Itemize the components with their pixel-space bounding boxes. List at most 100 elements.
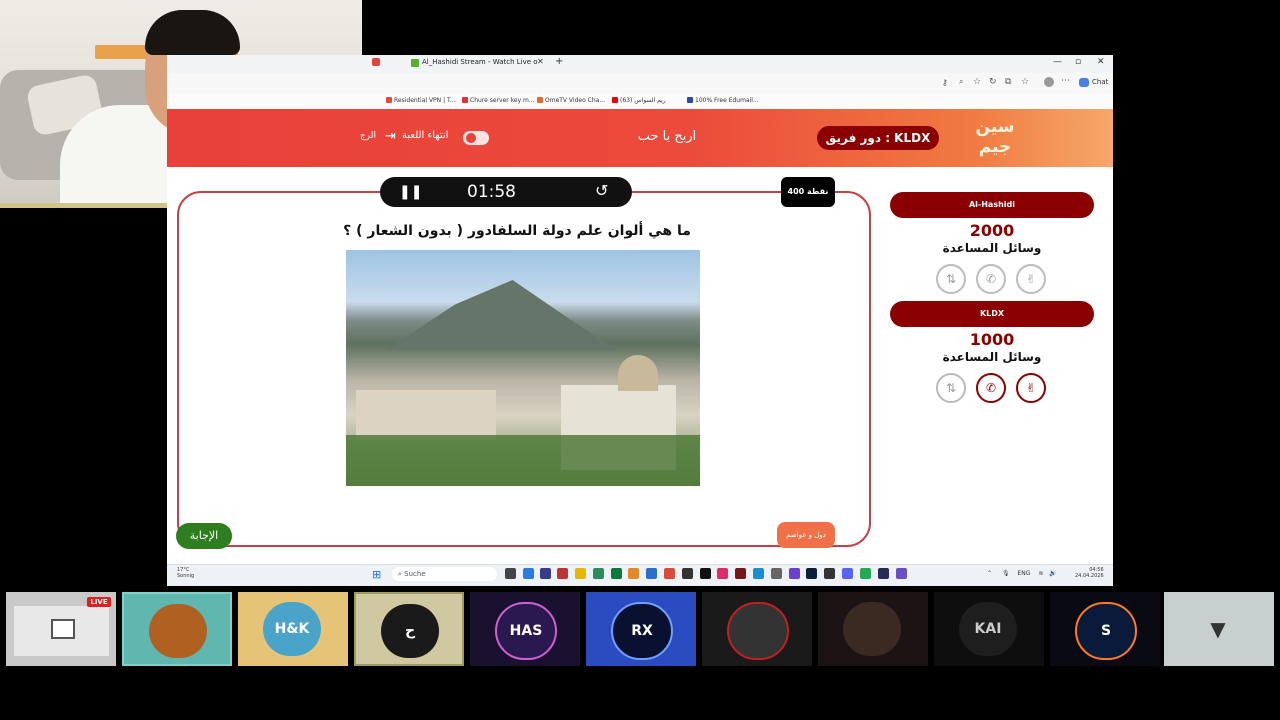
stream-thumbnail[interactable]: S (1050, 592, 1160, 666)
taskbar (167, 564, 1113, 586)
monitor-icon (51, 619, 75, 639)
restart-icon[interactable]: ↺ (595, 181, 608, 200)
toggle-switch[interactable] (463, 131, 489, 145)
app-icon[interactable] (789, 568, 800, 579)
app-icon[interactable] (505, 568, 516, 579)
team-score: 1000 (969, 330, 1015, 349)
stream-thumbnail[interactable] (702, 592, 812, 666)
app-icon[interactable] (682, 568, 693, 579)
browser-window: Al_Hashidi Stream - Watch Live o ✕ + — ▫… (167, 55, 1113, 586)
stream-thumbnail[interactable]: ▼ (1164, 592, 1274, 666)
bookmark-item[interactable]: ريم السواس (63) (612, 97, 666, 104)
streamer-hair (145, 10, 240, 55)
team-name: KLDX (890, 301, 1094, 327)
bookmark-item[interactable]: Residential VPN | T... (386, 97, 456, 104)
zoom-icon[interactable]: ⌕ (959, 77, 963, 87)
question-image (346, 250, 700, 486)
app-icon[interactable] (860, 568, 871, 579)
game-title: اربح يا حب (637, 129, 697, 144)
app-icon[interactable] (878, 568, 889, 579)
stream-thumbnail[interactable]: HAS (470, 592, 580, 666)
question-text: ما هي ألوان علم دولة السلفادور ( بدون ال… (343, 223, 691, 239)
app-icon[interactable] (611, 568, 622, 579)
double-points-icon[interactable]: ⇅ (936, 264, 966, 294)
favorites-icon[interactable]: ☆ (1021, 77, 1029, 87)
bookmark-item[interactable]: 100% Free Edumail... (687, 97, 759, 104)
app-icon[interactable] (523, 568, 534, 579)
folder-icon[interactable] (575, 568, 586, 579)
bookmark-item[interactable]: Chure server key m... (462, 97, 535, 104)
stream-thumbnail[interactable]: RX (586, 592, 696, 666)
language-indicator[interactable]: ENG (1018, 570, 1031, 577)
mountain (386, 280, 616, 350)
star-icon[interactable]: ☆ (973, 77, 981, 87)
maximize-icon[interactable]: ▫ (1075, 57, 1081, 67)
app-icon[interactable] (540, 568, 551, 579)
app-icon[interactable] (700, 568, 711, 579)
pause-icon[interactable]: ❚❚ (399, 184, 422, 200)
close-window-icon[interactable]: ✕ (1097, 57, 1105, 67)
key-icon[interactable]: ⚷ (942, 78, 948, 87)
game-logo: سين جيم (975, 117, 1015, 157)
more-icon[interactable]: ⋯ (1061, 76, 1070, 86)
system-tray: ⌃ 🎙 ENG ≋ 🔊 (987, 570, 1057, 577)
bookmark-icon (386, 97, 392, 103)
refresh-icon[interactable]: ↻ (989, 77, 997, 87)
answer-button[interactable]: الإجابة (176, 523, 232, 549)
bear-avatar-icon (149, 604, 207, 658)
victory-hand-icon[interactable]: ✌ (1016, 264, 1046, 294)
chrome-icon[interactable] (664, 568, 675, 579)
app-icon[interactable] (896, 568, 907, 579)
stream-thumbnail[interactable] (122, 592, 232, 666)
copilot-icon[interactable] (1079, 78, 1089, 87)
acrobat-icon[interactable] (735, 568, 746, 579)
double-points-icon[interactable]: ⇅ (936, 373, 966, 403)
discord-icon[interactable] (842, 568, 853, 579)
close-tab-icon[interactable]: ✕ (537, 57, 544, 66)
app-icon[interactable] (717, 568, 728, 579)
tab-favicon (411, 59, 419, 67)
phone-icon[interactable]: ✆ (976, 264, 1006, 294)
app-icon[interactable] (646, 568, 657, 579)
kick-icon[interactable] (372, 58, 380, 66)
app-icon[interactable] (557, 568, 568, 579)
exit-icon[interactable]: ⇥ (385, 129, 396, 144)
wifi-icon[interactable]: ≋ (1038, 570, 1043, 577)
tab-title[interactable]: Al_Hashidi Stream - Watch Live o (422, 58, 538, 66)
phone-icon[interactable]: ✆ (976, 373, 1006, 403)
chat-label[interactable]: Chat (1092, 78, 1108, 86)
app-icon[interactable] (593, 568, 604, 579)
bookmark-icon (687, 97, 693, 103)
app-icon[interactable] (628, 568, 639, 579)
avatar[interactable] (1044, 77, 1054, 87)
youtube-icon (612, 97, 618, 103)
chevron-up-icon[interactable]: ⌃ (987, 570, 992, 577)
aids-label: وسائل المساعدة (942, 241, 1042, 255)
edge-icon[interactable] (753, 568, 764, 579)
logo-icon: S (1075, 602, 1137, 660)
volume-icon[interactable]: 🔊 (1049, 570, 1056, 577)
new-tab-icon[interactable]: + (555, 56, 563, 67)
taskbar-search[interactable]: ⌕ Suche (392, 567, 497, 581)
clock[interactable]: 04:56 24.04.2026 (1075, 567, 1104, 579)
logo-icon (727, 602, 789, 660)
stream-thumbnail[interactable]: KAI (934, 592, 1044, 666)
stream-thumbnail[interactable] (818, 592, 928, 666)
minimize-icon[interactable]: — (1053, 57, 1062, 67)
return-button[interactable]: الرج (360, 131, 376, 141)
logo-icon: KAI (959, 602, 1017, 656)
extensions-icon[interactable]: ⧉ (1005, 77, 1011, 87)
address-bar[interactable]: ⚷ ⌕ ☆ ↻ ⧉ ☆ ⋯ Chat (167, 73, 1113, 93)
laurel-logo-icon: ح (381, 604, 439, 658)
stream-thumbnail[interactable]: ح (354, 592, 464, 666)
photoshop-icon[interactable] (806, 568, 817, 579)
weather-widget[interactable]: 17°C Sonnig (177, 567, 194, 579)
end-game-button[interactable]: انتهاء اللعبة (402, 130, 448, 141)
app-icon[interactable] (824, 568, 835, 579)
victory-hand-icon[interactable]: ✌ (1016, 373, 1046, 403)
settings-icon[interactable] (771, 568, 782, 579)
bookmark-item[interactable]: OmeTV Video Cha... (537, 97, 605, 104)
stream-thumbnail[interactable]: H&K (238, 592, 348, 666)
start-icon[interactable]: ⊞ (372, 568, 384, 581)
microphone-icon[interactable]: 🎙 (1002, 570, 1010, 577)
